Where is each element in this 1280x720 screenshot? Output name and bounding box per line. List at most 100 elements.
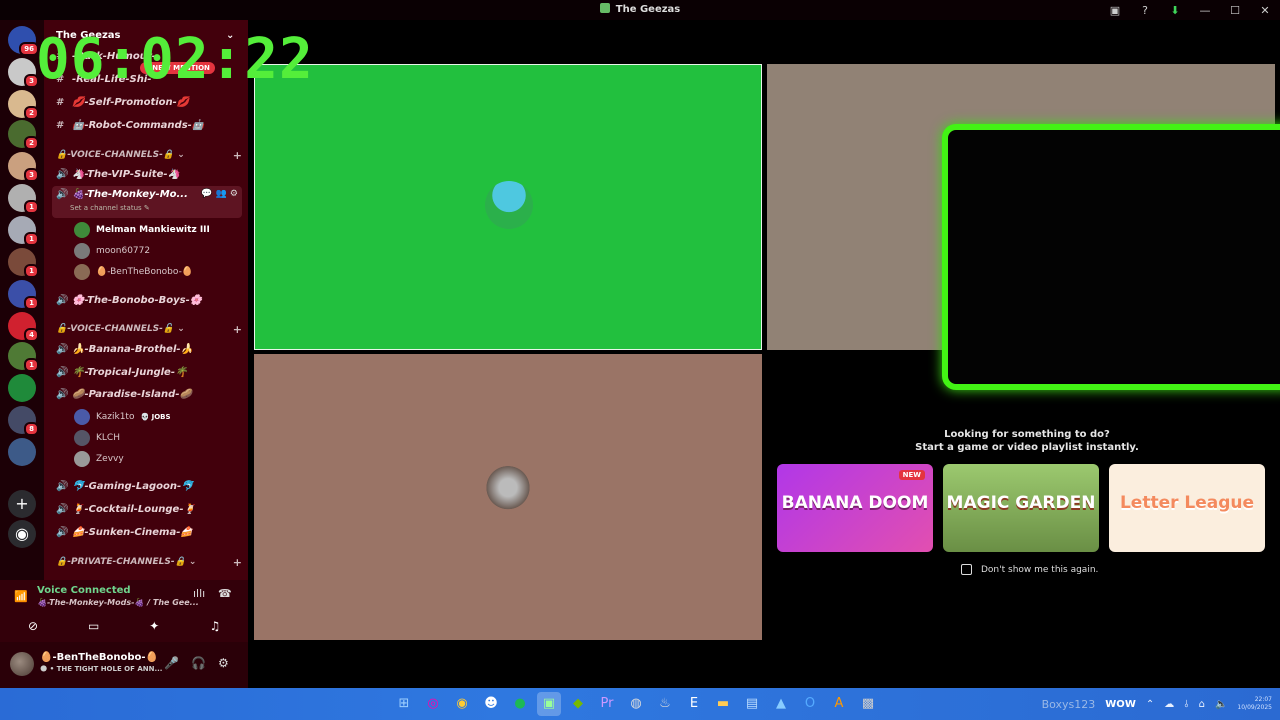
camera-off-button[interactable]: ⊘ [8, 616, 58, 636]
channel-paradise-island[interactable]: 🔊 🥔-Paradise-Island-🥔 [56, 384, 242, 404]
illustrator-icon[interactable]: A [827, 692, 851, 716]
outlook-icon[interactable]: O [798, 692, 822, 716]
network-icon[interactable]: ⌂ [1199, 699, 1205, 710]
spotify-icon[interactable]: ● [508, 692, 532, 716]
minecraft-icon[interactable]: ▩ [856, 692, 880, 716]
clock[interactable]: 22:07 10/09/2025 [1237, 696, 1272, 712]
video-tile-melman[interactable] [254, 64, 762, 350]
server-icon[interactable]: 1 [8, 248, 39, 278]
volume-icon[interactable]: 🔈 [1215, 699, 1227, 710]
server-icon[interactable]: 4 [8, 312, 39, 342]
channel-cocktail-lounge[interactable]: 🔊 🍹-Cocktail-Lounge-🍹 [56, 499, 242, 519]
folder-icon[interactable]: ▬ [711, 692, 735, 716]
chrome-icon[interactable]: ◉ [450, 692, 474, 716]
voice-user[interactable]: 🥚-BenTheBonobo-🥚 [74, 263, 193, 281]
download-icon[interactable]: ⬇ [1160, 4, 1190, 17]
maximize-button[interactable]: ☐ [1220, 4, 1250, 17]
nvidia-icon[interactable]: ◆ [566, 692, 590, 716]
server-icon[interactable]: 1 [8, 280, 39, 310]
voice-channel-path[interactable]: 🍇-The-Monkey-Mods-🍇 / The Gee... [37, 598, 199, 607]
voice-stage: Looking for something to do? Start a gam… [248, 20, 1280, 688]
category-voice-channels-2[interactable]: 🔓-VOICE-CHANNELS-🔓 ⌄ + [56, 323, 242, 336]
channel-bonobo-boys[interactable]: 🔊 🌸-The-Bonobo-Boys-🌸 [56, 290, 242, 310]
server-icon[interactable]: 96 [8, 26, 39, 56]
speaker-icon: 🔊 [56, 526, 69, 538]
copilot-icon[interactable]: ◎ [421, 692, 445, 716]
avatar [74, 409, 90, 425]
help-icon[interactable]: ? [1130, 4, 1160, 17]
server-icon[interactable]: 1 [8, 342, 39, 372]
server-icon[interactable]: 2 [8, 120, 39, 150]
category-voice-channels[interactable]: 🔒-VOICE-CHANNELS-🔒 ⌄ + [56, 149, 242, 162]
activity-prompt: Looking for something to do? Start a gam… [915, 429, 1139, 453]
inbox-icon[interactable]: ▣ [1100, 4, 1130, 17]
window-title: The Geezas [0, 3, 1280, 15]
voice-user[interactable]: Kazik1to 💀 JOBS [74, 408, 171, 426]
cloud-icon[interactable]: ☁ [1164, 699, 1174, 710]
user-tag: 💀 JOBS [140, 413, 171, 421]
minimize-button[interactable]: — [1190, 4, 1220, 17]
activity-card-magic-garden[interactable]: MAGIC GARDEN [943, 464, 1099, 552]
unread-badge: 4 [24, 328, 39, 342]
category-private-channels[interactable]: 🔒-PRIVATE-CHANNELS-🔒 ⌄ + [56, 556, 242, 569]
add-channel-icon[interactable]: + [233, 149, 242, 162]
add-channel-icon[interactable]: + [233, 556, 242, 569]
avatar [74, 451, 90, 467]
screen-share-button[interactable]: ▭ [69, 616, 119, 636]
channel-gaming-lagoon[interactable]: 🔊 🐬-Gaming-Lagoon-🐬 [56, 476, 242, 496]
channel-tropical-jungle[interactable]: 🔊 🌴-Tropical-Jungle-🌴 [56, 362, 242, 382]
voice-status[interactable]: Voice Connected [37, 585, 131, 596]
username[interactable]: 🥚-BenTheBonobo-🥚 [40, 652, 158, 663]
soundboard-button[interactable]: ♫ [190, 616, 240, 636]
activities-button[interactable]: ✦ [129, 616, 179, 636]
server-icon[interactable] [8, 438, 36, 466]
add-server-button[interactable]: + [8, 490, 36, 518]
server-icon[interactable]: 2 [8, 90, 39, 120]
server-icon[interactable]: 1 [8, 216, 39, 246]
voice-user[interactable]: Zevvy [74, 450, 124, 468]
channel-self-promotion[interactable]: # 💋-Self-Promotion-💋 [56, 92, 242, 112]
speaker-icon: 🔊 [56, 480, 69, 492]
voice-user[interactable]: Melman Mankiewitz III [74, 221, 210, 239]
steam-icon[interactable]: ♨ [653, 692, 677, 716]
noise-suppression-icon[interactable]: ıllı [193, 587, 205, 600]
obs-icon[interactable]: ◍ [624, 692, 648, 716]
notepad-icon[interactable]: ▤ [740, 692, 764, 716]
server-icon[interactable] [8, 374, 36, 402]
server-icon[interactable]: 8 [8, 406, 39, 436]
windows-start-icon[interactable]: ⊞ [392, 692, 416, 716]
dont-show-again[interactable]: Don't show me this again. [961, 564, 1098, 575]
active-app-icon[interactable]: ▣ [537, 692, 561, 716]
server-icon[interactable]: 3 [8, 58, 39, 88]
close-button[interactable]: ✕ [1250, 4, 1280, 17]
channel-vip-suite[interactable]: 🔊 🦄-The-VIP-Suite-🦄 [56, 164, 242, 184]
epic-games-icon[interactable]: E [682, 692, 706, 716]
channel-monkey-mods[interactable]: 🔊 🍇-The-Monkey-Mo... Set a channel status… [52, 186, 242, 218]
channel-status[interactable]: Set a channel status ✎ [70, 204, 150, 212]
server-icon[interactable]: 1 [8, 184, 39, 214]
server-icon[interactable]: 3 [8, 152, 39, 182]
signal-icon[interactable]: 📶 [14, 590, 28, 603]
discord-icon[interactable]: ☻ [479, 692, 503, 716]
channel-tools[interactable]: 💬 👥 ⚙ [201, 189, 238, 199]
dont-show-checkbox[interactable] [961, 564, 972, 575]
premiere-icon[interactable]: Pr [595, 692, 619, 716]
microphone-icon[interactable]: 🎤 [164, 656, 179, 670]
settings-gear-icon[interactable]: ⚙ [218, 656, 229, 670]
channel-sunken-cinema[interactable]: 🔊 🍰-Sunken-Cinema-🍰 [56, 522, 242, 542]
voice-user[interactable]: moon60772 [74, 242, 150, 260]
tray-chevron-icon[interactable]: ⌃ [1146, 699, 1154, 710]
activity-card-banana-doom[interactable]: NEW BANANA DOOM [777, 464, 933, 552]
add-channel-icon[interactable]: + [233, 323, 242, 336]
activity-card-letter-league[interactable]: Letter League [1109, 464, 1265, 552]
photos-icon[interactable]: ▲ [769, 692, 793, 716]
disconnect-icon[interactable]: ☎ [218, 587, 232, 600]
avatar[interactable] [10, 652, 34, 676]
voice-user[interactable]: KLCH [74, 429, 120, 447]
discover-button[interactable]: ◉ [8, 520, 36, 548]
video-tile-benthebonobo[interactable] [254, 354, 762, 640]
channel-robot-commands[interactable]: # 🤖-Robot-Commands-🤖 [56, 115, 242, 135]
headphones-icon[interactable]: 🎧 [191, 656, 206, 670]
channel-banana-brothel[interactable]: 🔊 🍌-Banana-Brothel-🍌 [56, 339, 242, 359]
mic-tray-icon[interactable]: ⫰ [1184, 699, 1188, 710]
